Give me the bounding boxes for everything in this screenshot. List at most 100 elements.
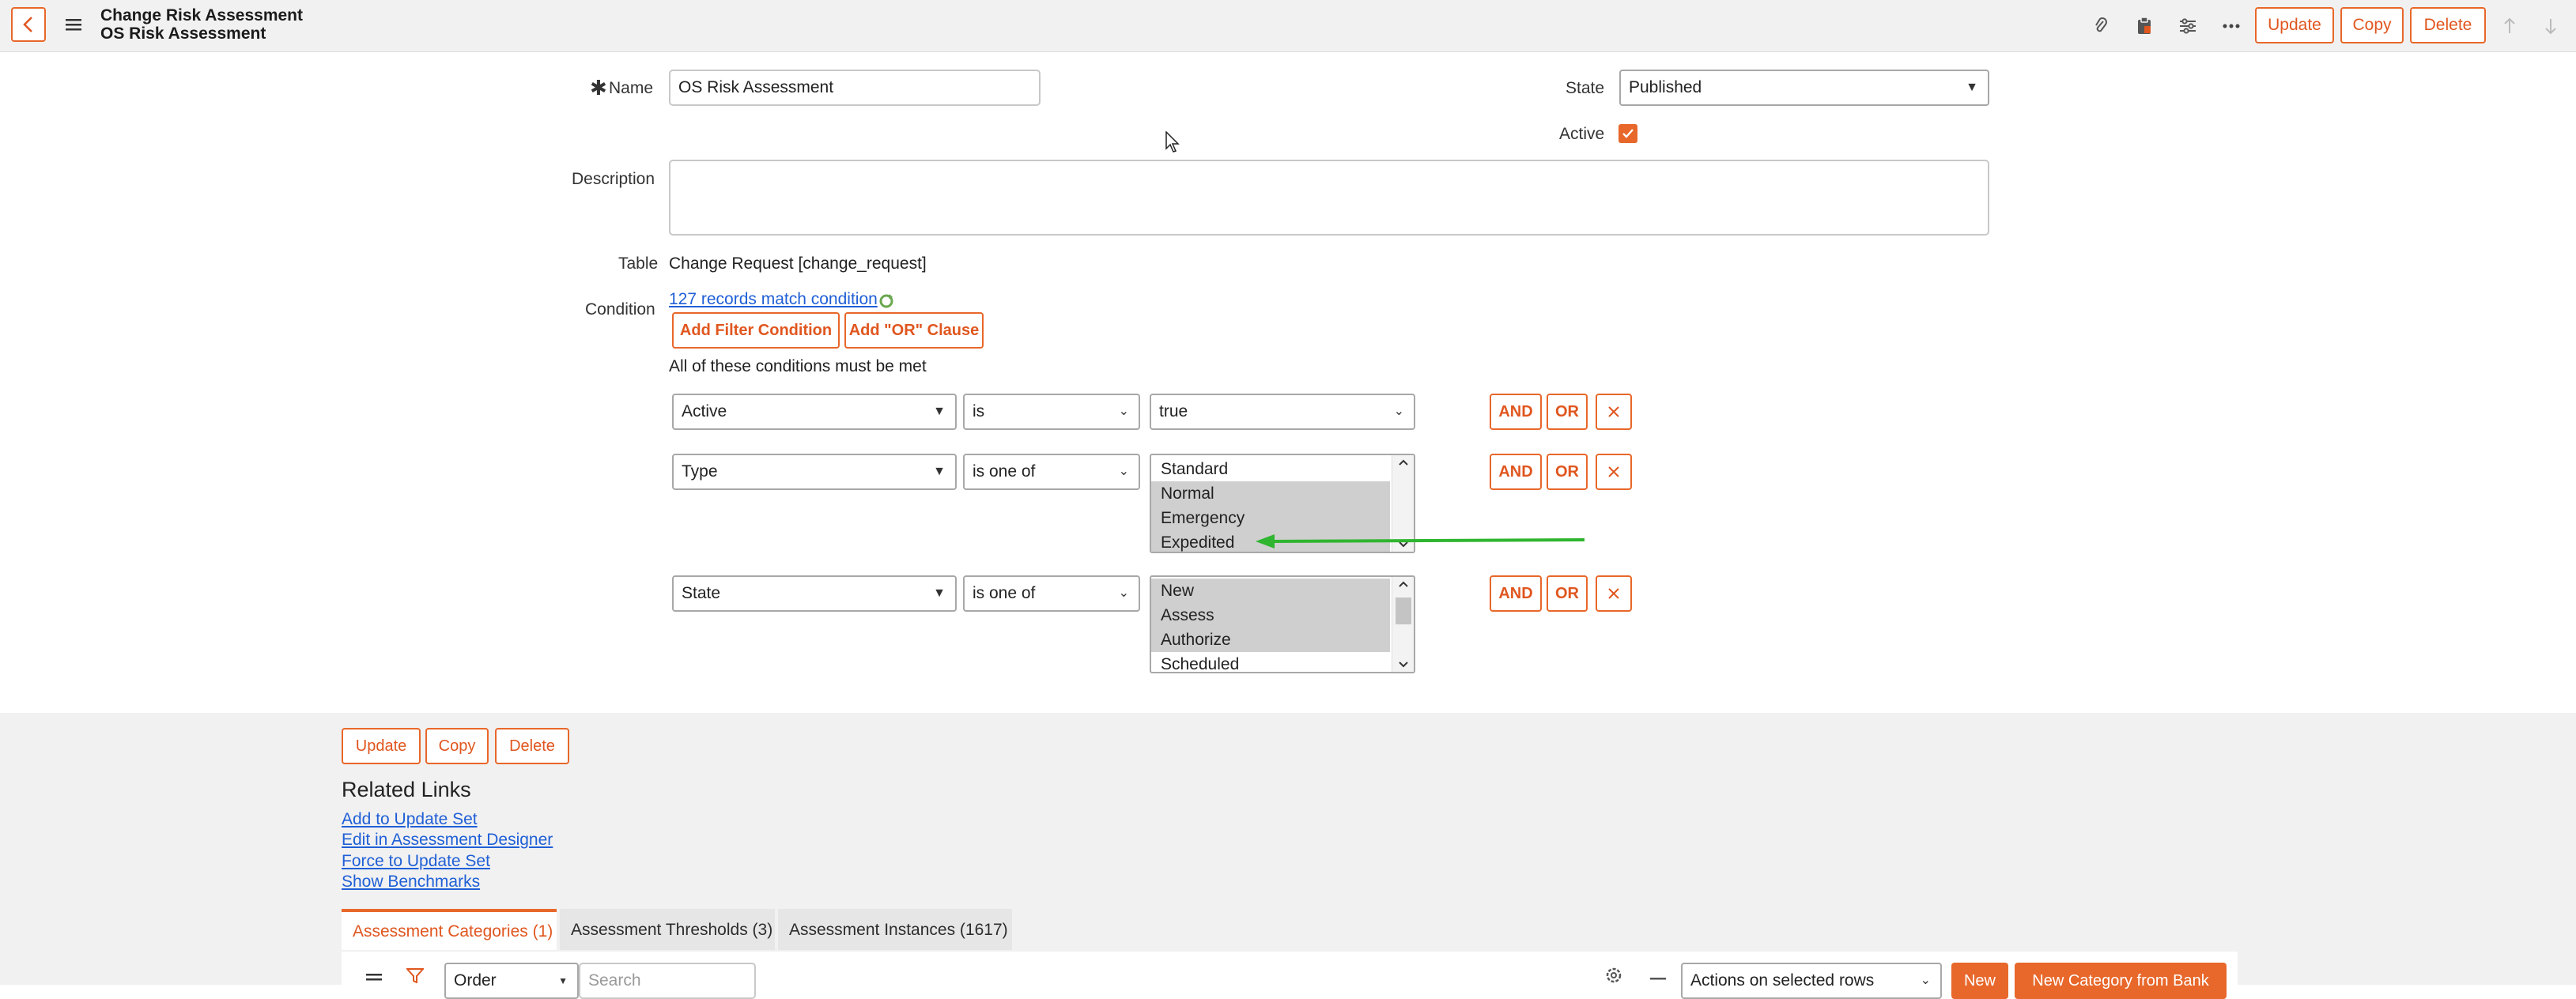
paperclip-icon [2095, 17, 2107, 32]
clipboard-button[interactable] [2131, 13, 2158, 40]
filter-button[interactable] [403, 966, 427, 985]
gear-icon [1606, 967, 1622, 983]
refresh-icon[interactable] [878, 292, 894, 310]
tab-assessment-instances[interactable]: Assessment Instances (1617) [778, 909, 1012, 950]
arrow-down-icon [2545, 19, 2556, 35]
condition-field-select[interactable]: Active ▼ [672, 394, 957, 430]
state-multiselect[interactable]: New Assess Authorize Scheduled [1150, 575, 1415, 673]
and-button[interactable]: AND [1490, 394, 1542, 430]
or-button[interactable]: OR [1547, 394, 1588, 430]
all-conditions-text: All of these conditions must be met [669, 357, 927, 375]
type-option-emergency[interactable]: Emergency [1151, 506, 1390, 530]
arrow-up-icon [2504, 17, 2515, 33]
condition-value-select[interactable]: true ⌄ [1150, 394, 1415, 430]
active-checkbox[interactable] [1618, 124, 1637, 143]
state-label: State [1566, 79, 1605, 97]
collapse-button[interactable] [1646, 966, 1670, 985]
new-category-from-bank-button[interactable]: New Category from Bank [2015, 963, 2227, 999]
update-button-bottom[interactable]: Update [342, 728, 421, 764]
condition-operator-select[interactable]: is ⌄ [963, 394, 1140, 430]
table-label: Table [618, 254, 659, 273]
search-input[interactable]: Search [579, 963, 756, 999]
personalize-form-button[interactable] [2174, 13, 2201, 40]
state-option-authorize[interactable]: Authorize [1151, 628, 1390, 652]
mouse-cursor-icon [1165, 131, 1180, 153]
and-button[interactable]: AND [1490, 454, 1542, 490]
add-or-clause-button[interactable]: Add "OR" Clause [844, 312, 984, 349]
condition-operator-select[interactable]: is one of ⌄ [963, 454, 1140, 490]
chevron-down-icon: ⌄ [1393, 405, 1404, 418]
back-button[interactable] [11, 7, 46, 42]
add-to-update-set-link[interactable]: Add to Update Set [342, 810, 478, 829]
more-options-button[interactable] [2218, 13, 2245, 40]
condition-label: Condition [585, 300, 655, 319]
delete-button-bottom[interactable]: Delete [495, 728, 569, 764]
sliders-icon [2180, 18, 2196, 34]
copy-button-header[interactable]: Copy [2340, 7, 2404, 43]
name-input[interactable]: OS Risk Assessment [669, 70, 1041, 106]
ellipsis-icon [2223, 24, 2240, 28]
new-button[interactable]: New [1951, 963, 2008, 999]
scroll-up-icon [1399, 459, 1408, 466]
scroll-up-icon [1399, 581, 1408, 587]
state-option-assess[interactable]: Assess [1151, 603, 1390, 628]
condition-field-select[interactable]: Type ▼ [672, 454, 957, 490]
order-select[interactable]: Order ▼ [444, 963, 579, 999]
list-menu-button[interactable] [362, 966, 386, 985]
state-select[interactable]: Published ▼ [1619, 70, 1989, 106]
state-option-scheduled[interactable]: Scheduled [1151, 652, 1390, 672]
show-benchmarks-link[interactable]: Show Benchmarks [342, 873, 480, 892]
tab-assessment-categories[interactable]: Assessment Categories (1) [342, 909, 557, 950]
actions-select-value: Actions on selected rows [1690, 971, 1875, 990]
clipboard-icon [2138, 17, 2151, 34]
scrollbar-thumb[interactable] [1396, 598, 1411, 624]
previous-record-button[interactable] [2497, 13, 2522, 40]
listbox-scrollbar[interactable] [1392, 577, 1414, 672]
force-to-update-set-link[interactable]: Force to Update Set [342, 852, 490, 871]
list-settings-button[interactable] [1602, 966, 1626, 985]
related-links-heading: Related Links [342, 778, 471, 801]
remove-condition-button[interactable] [1596, 454, 1632, 490]
hamburger-icon [366, 974, 382, 981]
name-label: Name [609, 79, 654, 97]
type-option-normal[interactable]: Normal [1151, 481, 1390, 506]
hamburger-icon [66, 19, 81, 31]
records-match-link[interactable]: 127 records match condition [669, 290, 878, 309]
caret-down-icon: ▼ [933, 405, 946, 418]
copy-button-bottom[interactable]: Copy [425, 728, 489, 764]
chevron-left-icon [23, 17, 32, 32]
type-option-standard[interactable]: Standard [1151, 457, 1390, 481]
caret-down-icon: ▼ [933, 465, 946, 478]
context-menu-button[interactable] [60, 11, 87, 38]
add-filter-condition-button[interactable]: Add Filter Condition [672, 312, 840, 349]
remove-condition-button[interactable] [1596, 394, 1632, 430]
table-value: Change Request [change_request] [669, 254, 927, 273]
remove-condition-button[interactable] [1596, 575, 1632, 612]
next-record-button[interactable] [2538, 13, 2563, 40]
chevron-down-icon: ⌄ [1118, 405, 1129, 418]
mandatory-indicator: ✱ [590, 76, 607, 100]
condition-field-select[interactable]: State ▼ [672, 575, 957, 612]
update-button-header[interactable]: Update [2255, 7, 2334, 43]
checkmark-icon [1622, 129, 1634, 138]
attachment-button[interactable] [2087, 13, 2114, 40]
order-select-value: Order [454, 971, 497, 990]
edit-in-assessment-designer-link[interactable]: Edit in Assessment Designer [342, 831, 553, 850]
record-type-title: Change Risk Assessment [100, 6, 303, 25]
or-button[interactable]: OR [1547, 575, 1588, 612]
actions-select[interactable]: Actions on selected rows ⌄ [1681, 963, 1942, 999]
tab-assessment-thresholds[interactable]: Assessment Thresholds (3) [560, 909, 775, 950]
description-textarea[interactable] [669, 160, 1989, 236]
state-option-new[interactable]: New [1151, 579, 1390, 603]
minus-icon [1650, 978, 1666, 980]
record-display-title: OS Risk Assessment [100, 25, 266, 43]
annotation-arrow [1256, 534, 1585, 549]
caret-down-icon: ▼ [558, 975, 568, 986]
condition-operator-value: is one of [973, 584, 1036, 602]
and-button[interactable]: AND [1490, 575, 1542, 612]
or-button[interactable]: OR [1547, 454, 1588, 490]
condition-operator-select[interactable]: is one of ⌄ [963, 575, 1140, 612]
delete-button-header[interactable]: Delete [2410, 7, 2486, 43]
condition-operator-value: is one of [973, 462, 1036, 481]
close-icon [1608, 588, 1619, 599]
